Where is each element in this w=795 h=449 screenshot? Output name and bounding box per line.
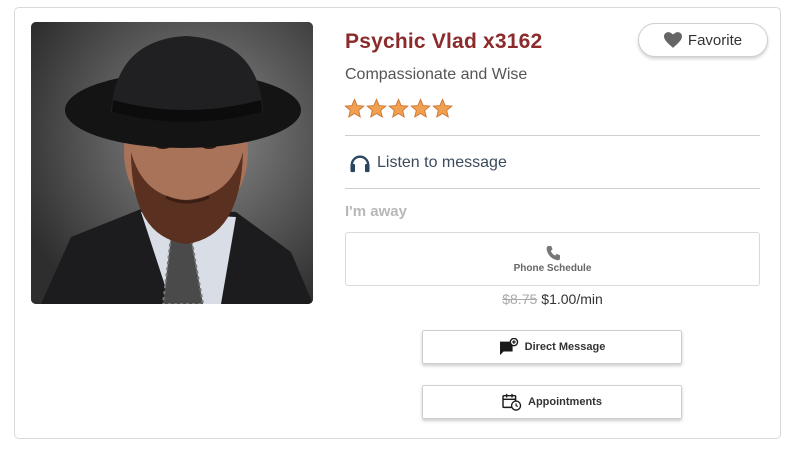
chat-plus-icon <box>499 338 518 356</box>
star-icon <box>366 98 387 118</box>
divider <box>345 188 760 189</box>
phone-schedule-label: Phone Schedule <box>513 262 592 274</box>
direct-message-button[interactable]: Direct Message <box>422 330 682 364</box>
listen-label: Listen to message <box>377 154 507 171</box>
headphones-icon <box>350 155 370 173</box>
appointments-button[interactable]: Appointments <box>422 385 682 419</box>
portrait-image <box>31 22 313 304</box>
psychic-name[interactable]: Psychic Vlad x3162 <box>345 30 542 54</box>
favorite-button[interactable]: Favorite <box>638 23 768 57</box>
price-current: $1.00/min <box>541 291 603 307</box>
phone-schedule-button[interactable]: Phone Schedule <box>345 232 760 286</box>
status-text: I'm away <box>345 203 407 220</box>
appointments-label: Appointments <box>528 396 602 408</box>
psychic-card: Psychic Vlad x3162 Compassionate and Wis… <box>14 7 781 439</box>
price: $8.75 $1.00/min <box>345 291 760 307</box>
price-original: $8.75 <box>502 291 538 307</box>
psychic-tagline: Compassionate and Wise <box>345 66 528 83</box>
direct-message-label: Direct Message <box>524 341 606 353</box>
heart-icon <box>663 32 682 48</box>
star-icon <box>388 98 409 118</box>
star-icon <box>344 98 365 118</box>
star-icon <box>410 98 431 118</box>
favorite-label: Favorite <box>687 31 743 49</box>
rating-stars <box>344 98 453 119</box>
calendar-clock-icon <box>502 393 522 411</box>
star-icon <box>432 98 453 118</box>
psychic-photo[interactable] <box>31 22 313 304</box>
listen-to-message-link[interactable]: Listen to message <box>349 153 507 173</box>
divider <box>345 135 760 136</box>
phone-icon <box>546 245 560 260</box>
